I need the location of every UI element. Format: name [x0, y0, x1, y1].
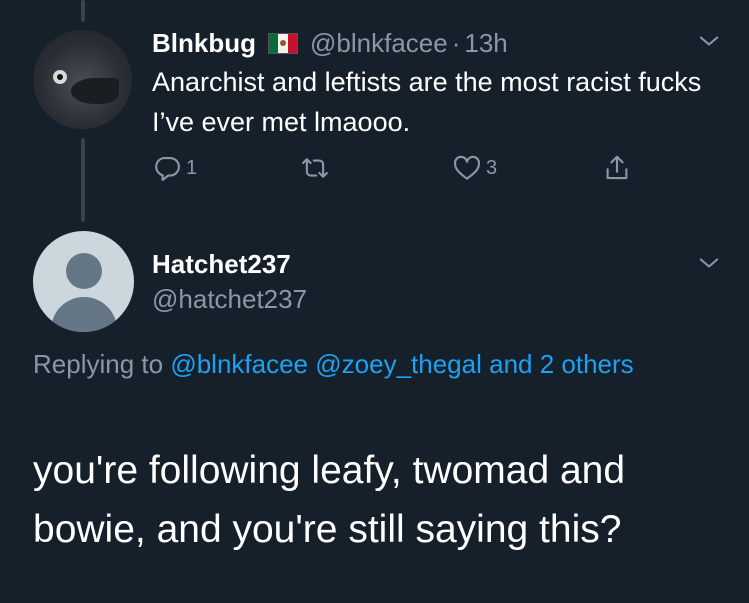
default-avatar-body	[51, 297, 117, 332]
retweet-icon	[302, 158, 328, 178]
replying-to: Replying to @blnkfacee @zoey_thegal and …	[33, 343, 673, 385]
mention-zoey-thegal[interactable]: @zoey_thegal	[315, 349, 482, 379]
like-icon	[454, 155, 480, 180]
share-icon	[606, 155, 628, 180]
tweet1-header: Blnkbug @blnkfacee · 13h	[152, 26, 508, 60]
chevron-down-icon[interactable]	[695, 249, 723, 277]
avatar-beak	[71, 78, 119, 104]
tweet1-actions: 1 3	[152, 153, 652, 187]
retweet-button[interactable]	[300, 153, 330, 183]
tweet2-text: you're following leafy, twomad and bowie…	[33, 449, 626, 551]
thread-line-middle	[81, 138, 85, 222]
avatar-hatchet237[interactable]	[33, 231, 134, 332]
like-button[interactable]: 3	[452, 153, 497, 183]
like-count: 3	[486, 156, 498, 179]
replying-to-prefix: Replying to	[33, 349, 164, 379]
reply-icon	[155, 156, 180, 181]
tweet1-handle[interactable]: @blnkfacee	[310, 28, 448, 59]
tweet2-handle[interactable]: @hatchet237	[152, 284, 307, 315]
tweet2-display-name[interactable]: Hatchet237	[152, 249, 291, 280]
tweet1-text: Anarchist and leftists are the most raci…	[152, 67, 702, 137]
default-avatar-head	[66, 253, 102, 289]
tweet1-timestamp[interactable]: 13h	[464, 28, 507, 59]
chevron-down-icon[interactable]	[695, 27, 723, 55]
reply-button[interactable]: 1	[152, 153, 197, 183]
share-button[interactable]	[602, 153, 632, 183]
avatar-eye	[53, 70, 67, 84]
mexico-flag-icon	[268, 32, 298, 54]
tweet1-display-name[interactable]: Blnkbug	[152, 28, 256, 59]
thread-line-top	[81, 0, 85, 22]
mention-blnkfacee[interactable]: @blnkfacee	[170, 349, 308, 379]
tweet1-separator: ·	[451, 27, 461, 58]
mention-others[interactable]: and 2 others	[489, 349, 634, 379]
reply-count: 1	[186, 156, 198, 179]
avatar-blnkbug[interactable]	[33, 30, 132, 129]
